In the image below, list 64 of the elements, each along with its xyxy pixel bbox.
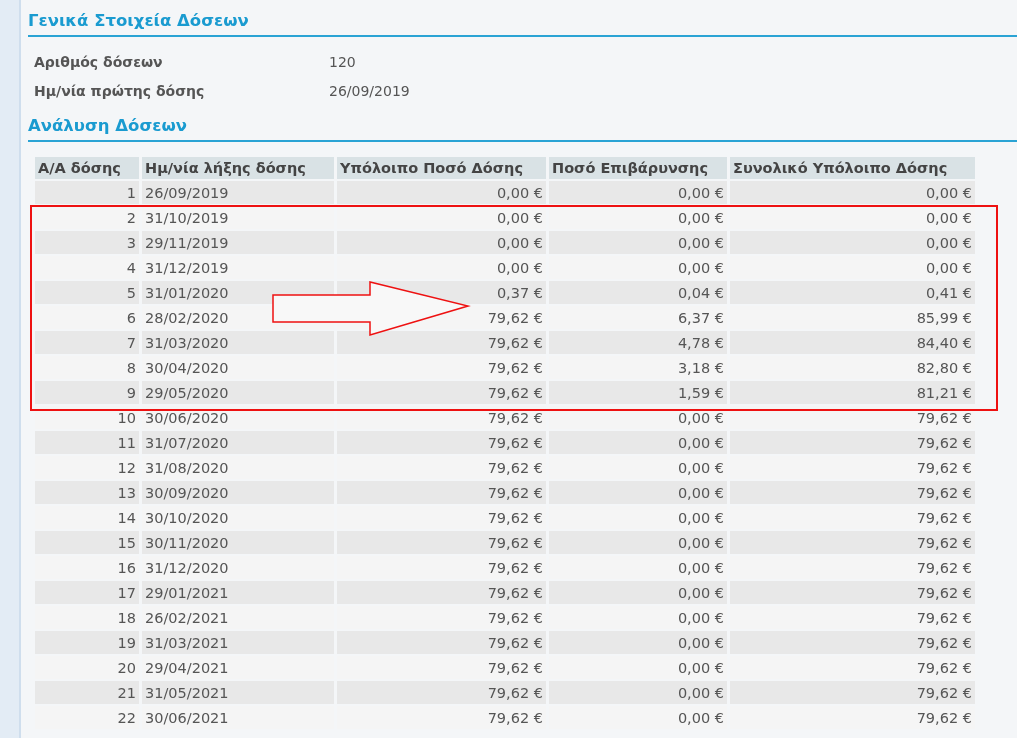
table-cell: 31/05/2021: [142, 681, 334, 704]
column-header: Συνολικό Υπόλοιπο Δόσης: [730, 157, 975, 179]
table-cell: 79,62 €: [337, 331, 546, 354]
column-header: Α/Α δόσης: [35, 157, 139, 179]
table-cell: 21: [35, 681, 139, 704]
section-heading: Γενικά Στοιχεία Δόσεων: [28, 11, 1017, 37]
table-cell: 0,41 €: [730, 281, 975, 304]
table-cell: 4,78 €: [549, 331, 727, 354]
table-cell: 29/11/2019: [142, 231, 334, 254]
table-cell: 81,21 €: [730, 381, 975, 404]
table-cell: 15: [35, 531, 139, 554]
table-cell: 84,40 €: [730, 331, 975, 354]
table-cell: 5: [35, 281, 139, 304]
table-cell: 30/11/2020: [142, 531, 334, 554]
column-header: Ποσό Επιβάρυνσης: [549, 157, 727, 179]
field-label: Ημ/νία πρώτης δόσης: [34, 83, 206, 99]
field-label: Αριθμός δόσεων: [34, 54, 164, 70]
column-header: Ημ/νία λήξης δόσης: [142, 157, 334, 179]
table-cell: 79,62 €: [730, 481, 975, 504]
table-cell: 0,00 €: [730, 181, 975, 204]
table-cell: 0,00 €: [337, 181, 546, 204]
table-cell: 11: [35, 431, 139, 454]
table-cell: 79,62 €: [730, 681, 975, 704]
table-cell: 0,00 €: [549, 581, 727, 604]
table-cell: 79,62 €: [337, 581, 546, 604]
table-cell: 0,00 €: [549, 431, 727, 454]
table-cell: 3: [35, 231, 139, 254]
table-cell: 26/09/2019: [142, 181, 334, 204]
table-cell: 79,62 €: [730, 631, 975, 654]
column-header: Υπόλοιπο Ποσό Δόσης: [337, 157, 546, 179]
table-cell: 79,62 €: [337, 431, 546, 454]
table-cell: 0,00 €: [549, 231, 727, 254]
table-cell: 79,62 €: [337, 481, 546, 504]
table-cell: 31/07/2020: [142, 431, 334, 454]
table-cell: 31/03/2021: [142, 631, 334, 654]
table-cell: 1: [35, 181, 139, 204]
table-cell: 79,62 €: [337, 631, 546, 654]
table-cell: 0,00 €: [549, 531, 727, 554]
table-cell: 29/05/2020: [142, 381, 334, 404]
table-cell: 0,04 €: [549, 281, 727, 304]
table-cell: 13: [35, 481, 139, 504]
table-cell: 79,62 €: [337, 381, 546, 404]
field-value: 120: [329, 54, 357, 70]
table-cell: 0,00 €: [549, 631, 727, 654]
table-cell: 0,00 €: [549, 481, 727, 504]
table-cell: 0,00 €: [549, 681, 727, 704]
table-cell: 0,00 €: [337, 231, 546, 254]
table-cell: 19: [35, 631, 139, 654]
table-cell: 79,62 €: [730, 581, 975, 604]
table-cell: 7: [35, 331, 139, 354]
table-cell: 79,62 €: [730, 431, 975, 454]
table-cell: 79,62 €: [730, 531, 975, 554]
table-cell: 1,59 €: [549, 381, 727, 404]
table-cell: 31/03/2020: [142, 331, 334, 354]
table-cell: 79,62 €: [337, 531, 546, 554]
table-cell: 17: [35, 581, 139, 604]
field-value: 26/09/2019: [329, 83, 411, 99]
table-cell: 0,00 €: [730, 231, 975, 254]
table-cell: 9: [35, 381, 139, 404]
table-cell: 0,00 €: [549, 181, 727, 204]
table-cell: 29/01/2021: [142, 581, 334, 604]
table-cell: 30/09/2020: [142, 481, 334, 504]
table-cell: 79,62 €: [337, 681, 546, 704]
section-heading: Ανάλυση Δόσεων: [28, 116, 1017, 142]
